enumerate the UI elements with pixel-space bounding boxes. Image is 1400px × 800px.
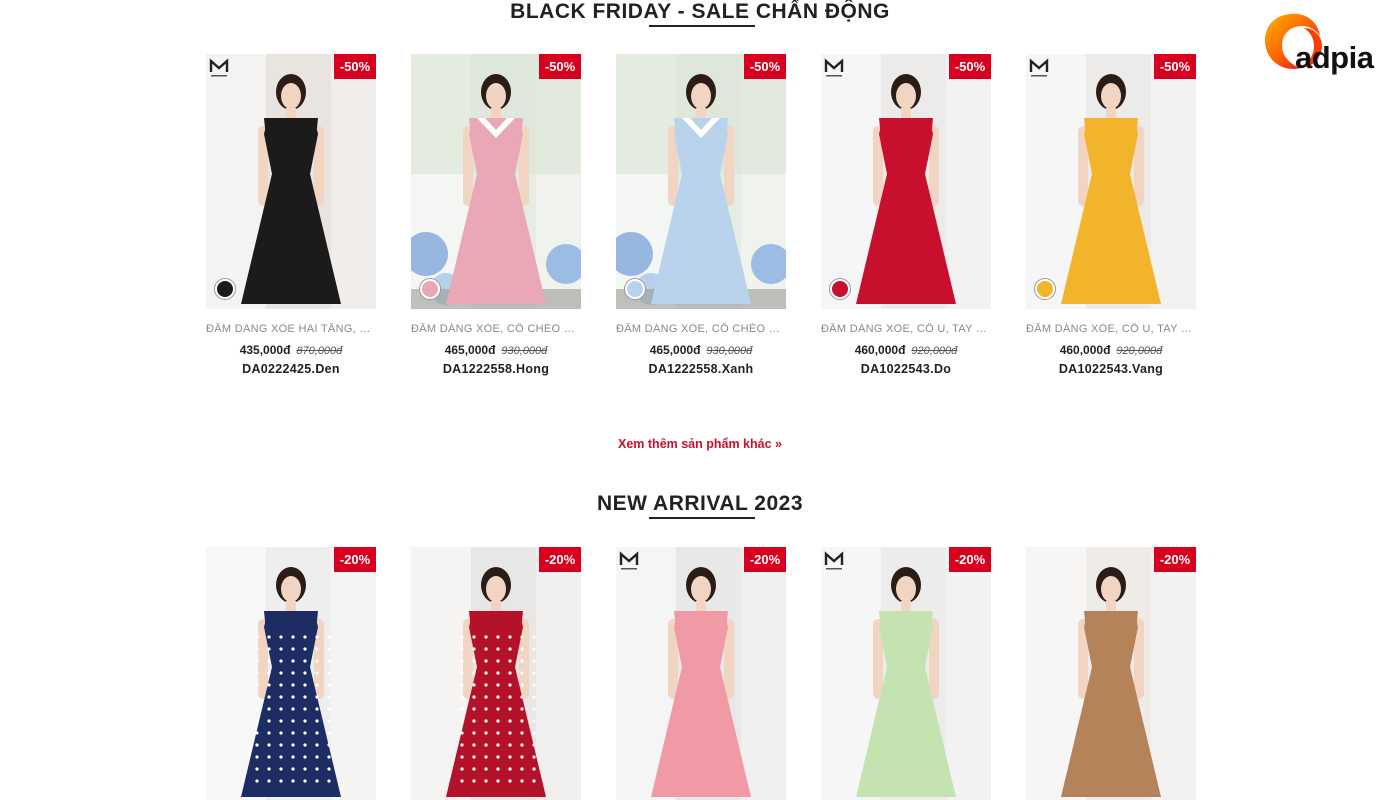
discount-badge: -50% <box>949 54 991 79</box>
product-photo <box>616 54 786 309</box>
sale-price: 435,000đ <box>239 343 291 357</box>
product-code[interactable]: DA1222558.Xanh <box>616 362 786 376</box>
product-photo <box>1026 54 1196 309</box>
sale-price: 465,000đ <box>444 343 496 357</box>
sale-title-underline <box>649 25 755 27</box>
discount-badge: -20% <box>334 547 376 572</box>
discount-badge: -50% <box>539 54 581 79</box>
new-title-underline <box>649 517 755 519</box>
product-card[interactable]: -50% ĐẦM DÁNG XÒE, CỔ CHÉO PHỐI TRẮNG 465,… <box>616 54 786 376</box>
discount-badge: -50% <box>744 54 786 79</box>
color-swatch[interactable] <box>215 279 235 299</box>
original-price: 870,000đ <box>296 345 343 357</box>
adpia-watermark: adpia <box>1295 40 1374 75</box>
product-card[interactable]: -50% ĐẦM DÁNG XÒE, CỔ U, TAY BỒNG 460,000đ… <box>1026 54 1196 376</box>
brand-m-logo-icon <box>209 58 229 80</box>
color-swatch[interactable] <box>420 279 440 299</box>
original-price: 920,000đ <box>1116 345 1163 357</box>
product-card[interactable]: -50% ĐẦM DÁNG XÒE, CỔ CHÉO PHỐI TRẮNG 465,… <box>411 54 581 376</box>
product-photo <box>616 547 786 800</box>
product-image-link[interactable]: -50% <box>1026 54 1196 309</box>
product-card[interactable]: -20% <box>1026 547 1196 800</box>
discount-badge: -50% <box>1154 54 1196 79</box>
product-image-link[interactable]: -20% <box>1026 547 1196 800</box>
see-more-products-link[interactable]: Xem thêm sản phẩm khác » <box>0 437 1400 451</box>
discount-badge: -20% <box>949 547 991 572</box>
product-photo <box>206 547 376 800</box>
price-row: 465,000đ 930,000đ <box>616 343 786 357</box>
sale-price: 460,000đ <box>854 343 906 357</box>
product-photo <box>1026 547 1196 800</box>
product-photo <box>206 54 376 309</box>
product-photo <box>821 547 991 800</box>
product-image-link[interactable]: -50% <box>206 54 376 309</box>
sale-section-title: BLACK FRIDAY - SALE CHẤN ĐỘNG <box>510 0 890 23</box>
brand-m-logo-icon <box>824 58 844 80</box>
product-name[interactable]: ĐẦM DÁNG XÒE, CỔ U, TAY BỒNG <box>821 323 991 335</box>
brand-m-logo-icon <box>1029 58 1049 80</box>
color-swatch[interactable] <box>830 279 850 299</box>
product-image-link[interactable]: -20% <box>616 547 786 800</box>
product-name[interactable]: ĐẦM DÁNG XÒE, CỔ CHÉO PHỐI TRẮNG <box>411 323 581 335</box>
product-card[interactable]: -50% ĐẦM DÁNG XÒE HAI TẦNG, CỔ VUÔNG 435,0… <box>206 54 376 376</box>
product-image-link[interactable]: -20% <box>411 547 581 800</box>
product-code[interactable]: DA1022543.Vang <box>1026 362 1196 376</box>
product-photo <box>411 547 581 800</box>
product-card[interactable]: -20% <box>821 547 991 800</box>
product-name[interactable]: ĐẦM DÁNG XÒE HAI TẦNG, CỔ VUÔNG <box>206 323 376 335</box>
product-card[interactable]: -20% <box>411 547 581 800</box>
product-code[interactable]: DA1222558.Hong <box>411 362 581 376</box>
product-name[interactable]: ĐẦM DÁNG XÒE, CỔ U, TAY BỒNG <box>1026 323 1196 335</box>
color-swatch[interactable] <box>625 279 645 299</box>
product-image-link[interactable]: -50% <box>616 54 786 309</box>
discount-badge: -20% <box>1154 547 1196 572</box>
product-image-link[interactable]: -20% <box>206 547 376 800</box>
product-image-link[interactable]: -50% <box>411 54 581 309</box>
brand-m-logo-icon <box>619 551 639 573</box>
sale-price: 460,000đ <box>1059 343 1111 357</box>
product-name[interactable]: ĐẦM DÁNG XÒE, CỔ CHÉO PHỐI TRẮNG <box>616 323 786 335</box>
product-photo <box>411 54 581 309</box>
product-card[interactable]: -20% <box>616 547 786 800</box>
product-card[interactable]: -50% ĐẦM DÁNG XÒE, CỔ U, TAY BỒNG 460,000đ… <box>821 54 991 376</box>
product-code[interactable]: DA0222425.Den <box>206 362 376 376</box>
discount-badge: -20% <box>539 547 581 572</box>
discount-badge: -50% <box>334 54 376 79</box>
original-price: 920,000đ <box>911 345 958 357</box>
product-card[interactable]: -20% <box>206 547 376 800</box>
product-photo <box>821 54 991 309</box>
original-price: 930,000đ <box>706 345 753 357</box>
color-swatch[interactable] <box>1035 279 1055 299</box>
original-price: 930,000đ <box>501 345 548 357</box>
price-row: 435,000đ 870,000đ <box>206 343 376 357</box>
brand-m-logo-icon <box>824 551 844 573</box>
price-row: 460,000đ 920,000đ <box>821 343 991 357</box>
product-image-link[interactable]: -50% <box>821 54 991 309</box>
discount-badge: -20% <box>744 547 786 572</box>
price-row: 460,000đ 920,000đ <box>1026 343 1196 357</box>
price-row: 465,000đ 930,000đ <box>411 343 581 357</box>
product-code[interactable]: DA1022543.Do <box>821 362 991 376</box>
product-image-link[interactable]: -20% <box>821 547 991 800</box>
sale-price: 465,000đ <box>649 343 701 357</box>
new-arrival-section-title: NEW ARRIVAL 2023 <box>597 492 803 515</box>
